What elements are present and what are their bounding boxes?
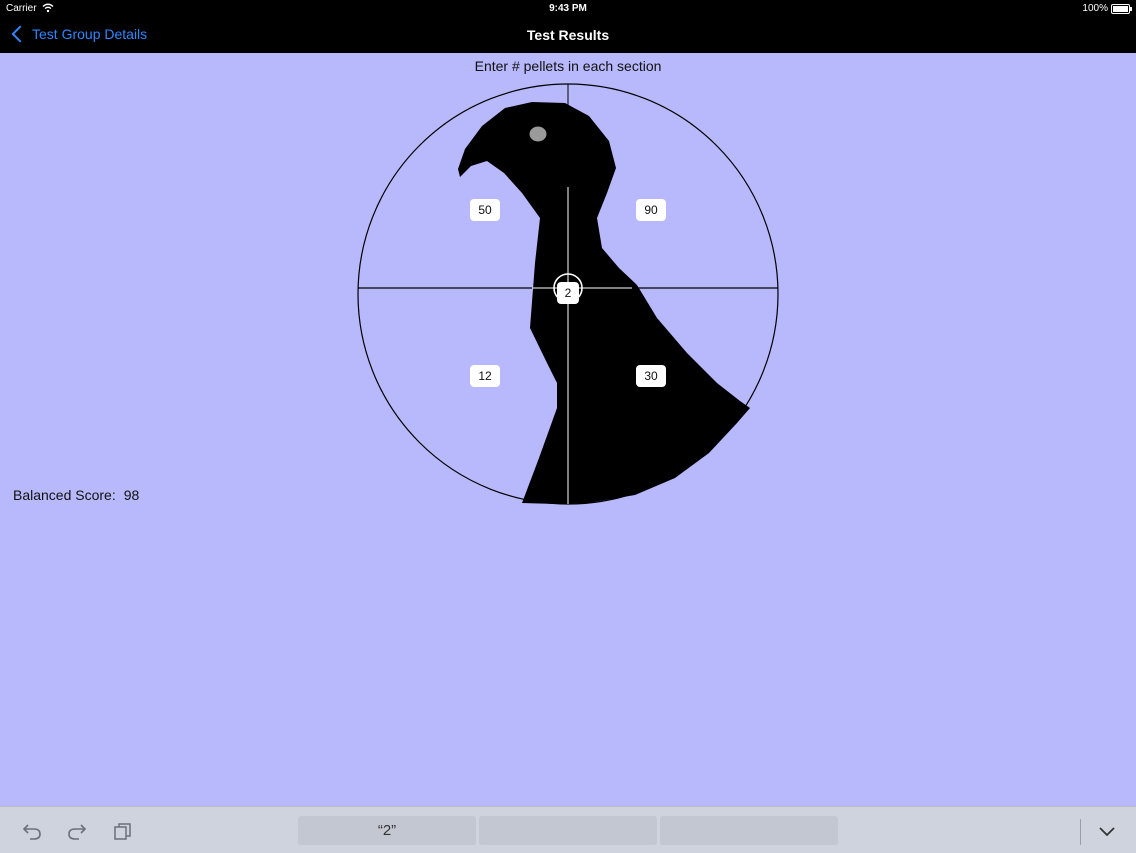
status-time: 9:43 PM bbox=[549, 3, 587, 14]
keyboard-shortcut-bar: “2” bbox=[0, 806, 1136, 853]
bottom-left-section-input[interactable] bbox=[470, 365, 500, 387]
balanced-score-label: Balanced Score: bbox=[13, 487, 116, 503]
top-right-section-input[interactable] bbox=[636, 199, 666, 221]
suggestion-1[interactable]: “2” bbox=[298, 816, 476, 845]
battery-percent: 100% bbox=[1082, 3, 1108, 14]
paste-icon[interactable] bbox=[113, 821, 133, 841]
undo-icon[interactable] bbox=[22, 821, 42, 841]
page-title: Test Results bbox=[526, 27, 610, 43]
battery-icon bbox=[1111, 4, 1132, 14]
suggestion-3[interactable] bbox=[660, 816, 838, 845]
balanced-score: Balanced Score: 98 bbox=[13, 487, 139, 503]
turkey-silhouette bbox=[458, 102, 750, 504]
center-section-input[interactable] bbox=[557, 282, 579, 304]
top-left-section-input[interactable] bbox=[470, 199, 500, 221]
instructions-text: Enter # pellets in each section bbox=[474, 58, 662, 74]
suggestion-2[interactable] bbox=[479, 816, 657, 845]
keyboard-bar-divider bbox=[1080, 819, 1081, 845]
balanced-score-value: 98 bbox=[123, 487, 140, 503]
status-bar: Carrier 9:43 PM 100% bbox=[0, 0, 1136, 18]
dismiss-keyboard-icon[interactable] bbox=[1097, 821, 1117, 841]
navigation-bar: Test Group Details Test Results bbox=[0, 18, 1136, 53]
redo-icon[interactable] bbox=[67, 821, 87, 841]
bottom-right-section-input[interactable] bbox=[636, 365, 666, 387]
